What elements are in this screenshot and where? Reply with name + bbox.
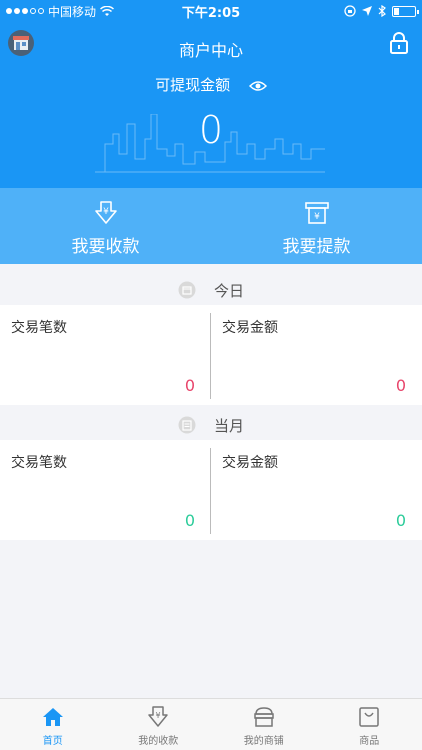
tab-products-label: 商品 bbox=[359, 736, 380, 747]
month-heading: 当月 bbox=[213, 416, 244, 435]
svg-text:¥: ¥ bbox=[103, 207, 109, 217]
withdraw-button[interactable]: ¥ 我要提款 bbox=[211, 188, 422, 264]
balance-row: 可提现金额 bbox=[0, 74, 422, 95]
status-time: 下午2:05 bbox=[181, 5, 241, 21]
svg-text:¥: ¥ bbox=[314, 212, 320, 222]
battery-icon bbox=[392, 5, 419, 17]
tab-home-label: 首页 bbox=[42, 736, 63, 747]
location-icon bbox=[362, 6, 372, 16]
month-amount-label: 交易金额 bbox=[222, 455, 278, 471]
wifi-icon bbox=[100, 5, 115, 16]
month-count-label: 交易笔数 bbox=[11, 455, 67, 471]
tab-my-receipts[interactable]: ¥ 我的收款 bbox=[106, 699, 212, 750]
month-amount-cell: 交易金额 0 bbox=[211, 440, 422, 540]
today-amount-cell: 交易金额 0 bbox=[211, 305, 422, 405]
receive-payment-button[interactable]: ¥ 我要收款 bbox=[0, 188, 211, 264]
tab-my-store[interactable]: 我的商铺 bbox=[211, 699, 317, 750]
rotation-lock-icon bbox=[344, 5, 356, 17]
calendar-today-icon bbox=[178, 281, 196, 299]
svg-text:¥: ¥ bbox=[156, 711, 161, 720]
merchant-header: 商户中心 可提现金额 0 bbox=[0, 22, 422, 188]
page-title: 商户中心 bbox=[178, 41, 243, 60]
receive-icon: ¥ bbox=[148, 706, 168, 727]
today-count-label: 交易笔数 bbox=[11, 320, 67, 336]
today-heading: 今日 bbox=[213, 281, 244, 300]
bag-icon bbox=[359, 707, 379, 727]
receive-payment-label: 我要收款 bbox=[71, 237, 140, 257]
store-icon bbox=[254, 707, 274, 727]
today-amount-value: 0 bbox=[395, 376, 406, 395]
status-right bbox=[344, 5, 419, 17]
month-amount-value: 0 bbox=[395, 511, 406, 530]
today-amount-label: 交易金额 bbox=[222, 320, 278, 336]
withdraw-label: 我要提款 bbox=[282, 237, 351, 257]
today-heading-row: 今日 bbox=[0, 270, 422, 310]
receive-yuan-icon: ¥ bbox=[94, 201, 117, 224]
withdraw-yuan-icon: ¥ bbox=[304, 202, 329, 224]
eye-icon[interactable] bbox=[248, 80, 267, 92]
balance-label: 可提现金额 bbox=[155, 76, 231, 94]
month-heading-row: 当月 bbox=[0, 405, 422, 445]
tab-my-receipts-label: 我的收款 bbox=[138, 736, 179, 747]
month-count-value: 0 bbox=[184, 511, 195, 530]
carrier-label: 中国移动 bbox=[48, 4, 97, 19]
tab-products[interactable]: 商品 bbox=[317, 699, 422, 750]
lock-icon[interactable] bbox=[389, 32, 409, 54]
status-left: 中国移动 bbox=[6, 3, 115, 20]
balance-value: 0 bbox=[198, 108, 224, 152]
today-count-value: 0 bbox=[184, 376, 195, 395]
bluetooth-icon bbox=[378, 5, 386, 17]
tab-home[interactable]: 首页 bbox=[0, 699, 106, 750]
home-icon bbox=[42, 708, 63, 726]
month-card: 交易笔数 0 交易金额 0 bbox=[0, 440, 422, 540]
today-count-cell: 交易笔数 0 bbox=[0, 305, 211, 405]
signal-icon bbox=[6, 8, 44, 14]
calendar-month-icon bbox=[178, 416, 196, 434]
tab-my-store-label: 我的商铺 bbox=[243, 736, 284, 747]
action-bar: ¥ 我要收款 ¥ 我要提款 bbox=[0, 188, 422, 264]
month-count-cell: 交易笔数 0 bbox=[0, 440, 211, 540]
status-bar: 中国移动 下午2:05 bbox=[0, 0, 422, 22]
tab-bar: 首页 ¥ 我的收款 我的商铺 商品 bbox=[0, 698, 422, 750]
today-card: 交易笔数 0 交易金额 0 bbox=[0, 305, 422, 405]
